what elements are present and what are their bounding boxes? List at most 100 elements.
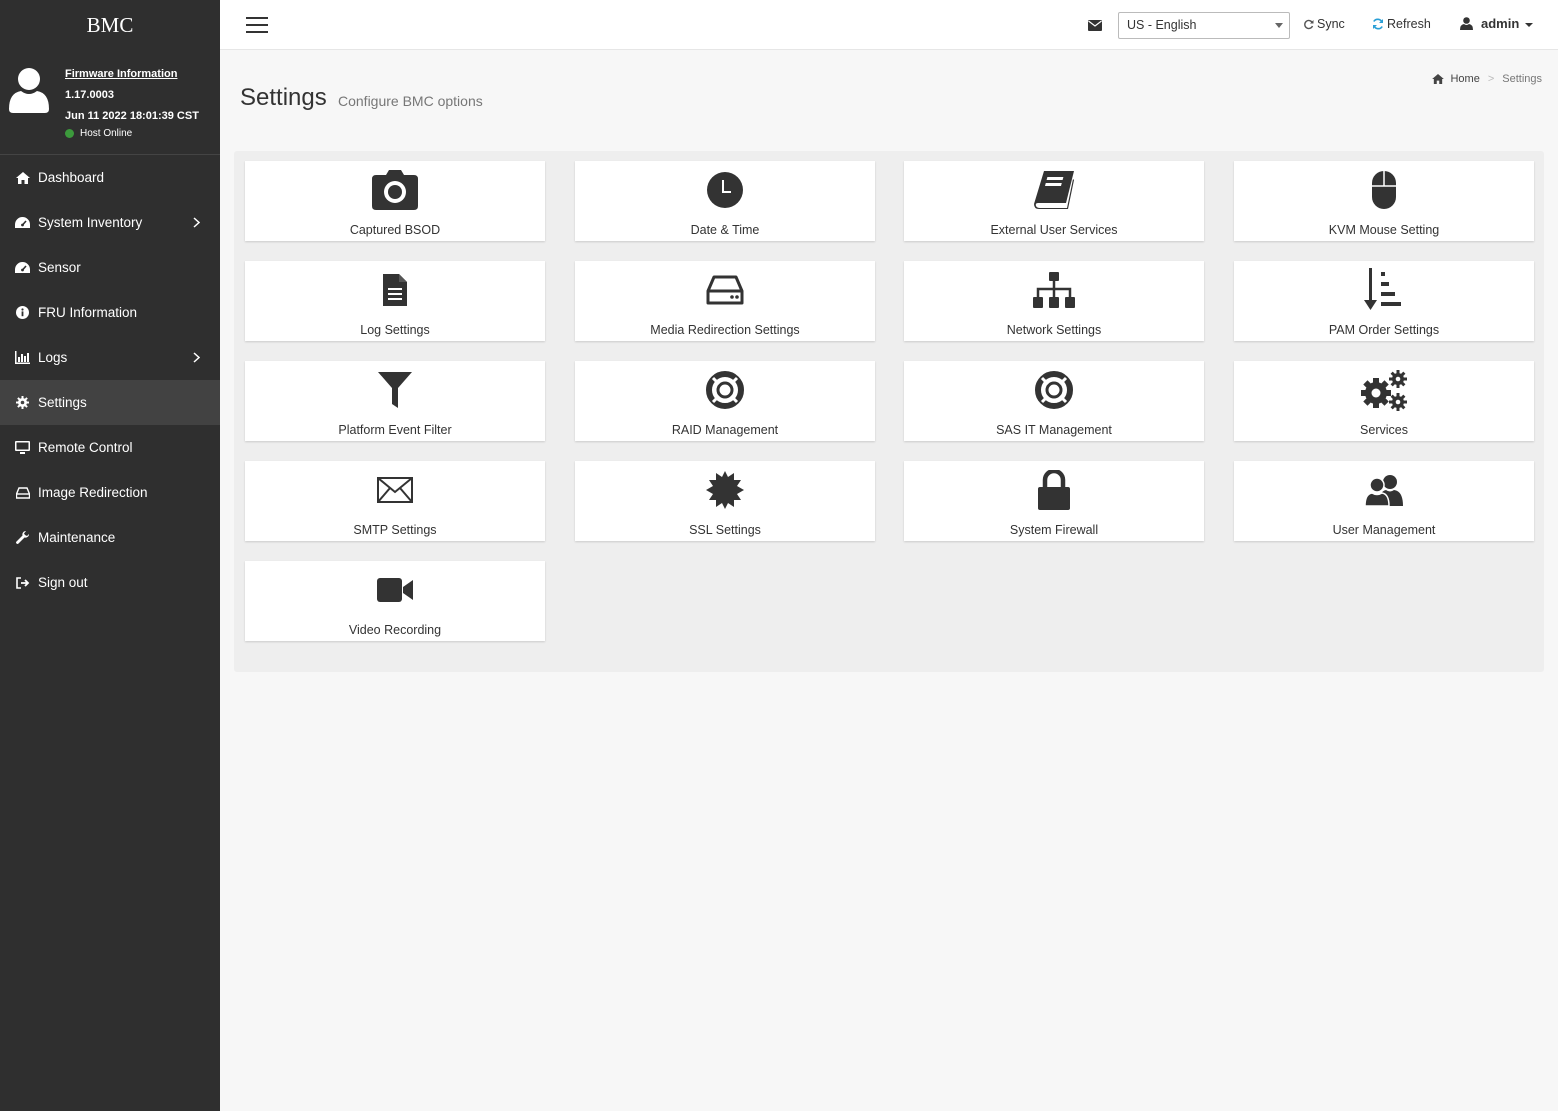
- tile-pam-order-settings[interactable]: PAM Order Settings: [1234, 261, 1534, 341]
- refresh-label: Refresh: [1387, 17, 1431, 31]
- hdd-icon: [575, 269, 875, 311]
- host-status: Host Online: [65, 128, 132, 139]
- language-select-value: US - English: [1127, 18, 1197, 32]
- firmware-version: 1.17.0003: [65, 89, 114, 101]
- firmware-information-link[interactable]: Firmware Information: [65, 64, 199, 85]
- tile-label: User Management: [1332, 523, 1436, 537]
- chevron-down-icon: [1275, 23, 1283, 28]
- sidebar-item-label: Settings: [38, 395, 87, 410]
- home-icon: [1432, 74, 1445, 84]
- tile-ssl-settings[interactable]: SSL Settings: [575, 461, 875, 541]
- sidebar-item-system-inventory[interactable]: System Inventory: [0, 200, 220, 245]
- home-icon: [15, 170, 30, 185]
- file-text-icon: [245, 269, 545, 311]
- sidebar-item-maintenance[interactable]: Maintenance: [0, 515, 220, 560]
- wrench-icon: [15, 530, 30, 545]
- sidebar-item-label: Dashboard: [38, 170, 105, 185]
- tile-label: PAM Order Settings: [1328, 323, 1440, 337]
- firmware-info: Firmware Information 1.17.0003 Jun 11 20…: [65, 64, 199, 127]
- tile-label: KVM Mouse Setting: [1328, 223, 1440, 237]
- certificate-icon: [575, 469, 875, 511]
- hdd-icon: [15, 485, 30, 500]
- tile-label: External User Services: [990, 223, 1118, 237]
- settings-grid: Captured BSOD Date & Time External User …: [234, 151, 1544, 672]
- mouse-icon: [1234, 169, 1534, 211]
- sidebar-item-label: Logs: [38, 350, 68, 365]
- tile-external-user-services[interactable]: External User Services: [904, 161, 1204, 241]
- sync-label: Sync: [1317, 17, 1345, 31]
- monitor-icon: [15, 440, 30, 455]
- sidebar-item-remote-control[interactable]: Remote Control: [0, 425, 220, 470]
- tile-label: Captured BSOD: [349, 223, 441, 237]
- status-dot-icon: [65, 129, 74, 138]
- users-icon: [1234, 469, 1534, 511]
- top-navbar: US - English Sync Refresh admin: [220, 0, 1558, 50]
- breadcrumb: Home > Settings: [1432, 73, 1542, 85]
- book-icon: [904, 169, 1204, 211]
- breadcrumb-current: Settings: [1502, 73, 1542, 85]
- tile-video-recording[interactable]: Video Recording: [245, 561, 545, 641]
- lock-icon: [904, 469, 1204, 511]
- refresh-button[interactable]: Refresh: [1372, 17, 1431, 31]
- sync-button[interactable]: Sync: [1304, 17, 1345, 31]
- sidebar-item-image-redirection[interactable]: Image Redirection: [0, 470, 220, 515]
- tile-log-settings[interactable]: Log Settings: [245, 261, 545, 341]
- sidebar-item-settings[interactable]: Settings: [0, 380, 220, 425]
- sidebar-item-label: System Inventory: [38, 215, 143, 230]
- brand-logo: BMC: [86, 13, 134, 37]
- tile-network-settings[interactable]: Network Settings: [904, 261, 1204, 341]
- tile-services[interactable]: Services: [1234, 361, 1534, 441]
- sidebar-item-label: Sensor: [38, 260, 81, 275]
- envelope-icon: [245, 469, 545, 511]
- tile-raid-management[interactable]: RAID Management: [575, 361, 875, 441]
- tile-label: SMTP Settings: [353, 523, 437, 537]
- envelope-icon[interactable]: [1088, 18, 1102, 36]
- language-select[interactable]: US - English: [1118, 12, 1290, 39]
- tile-label: System Firewall: [1009, 523, 1099, 537]
- sitemap-icon: [904, 269, 1204, 311]
- tile-system-firewall[interactable]: System Firewall: [904, 461, 1204, 541]
- chevron-right-icon: [193, 351, 201, 366]
- host-status-label: Host Online: [80, 128, 133, 139]
- tile-kvm-mouse-setting[interactable]: KVM Mouse Setting: [1234, 161, 1534, 241]
- tile-label: Network Settings: [1006, 323, 1102, 337]
- gauge-icon: [15, 260, 30, 275]
- breadcrumb-home[interactable]: Home: [1432, 73, 1480, 85]
- sidebar-item-sensor[interactable]: Sensor: [0, 245, 220, 290]
- tile-date-time[interactable]: Date & Time: [575, 161, 875, 241]
- clock-icon: [575, 169, 875, 211]
- life-ring-icon: [904, 369, 1204, 411]
- tile-user-management[interactable]: User Management: [1234, 461, 1534, 541]
- sidebar-item-sign-out[interactable]: Sign out: [0, 560, 220, 605]
- tile-label: Platform Event Filter: [338, 423, 452, 437]
- sidebar-item-dashboard[interactable]: Dashboard: [0, 155, 220, 200]
- chevron-right-icon: [193, 216, 201, 231]
- sidebar-item-label: Sign out: [38, 575, 88, 590]
- user-menu[interactable]: admin: [1460, 16, 1534, 31]
- user-panel: Firmware Information 1.17.0003 Jun 11 20…: [0, 50, 220, 155]
- tile-platform-event-filter[interactable]: Platform Event Filter: [245, 361, 545, 441]
- sidebar-item-label: Remote Control: [38, 440, 133, 455]
- tile-smtp-settings[interactable]: SMTP Settings: [245, 461, 545, 541]
- cogs-icon: [1234, 369, 1534, 411]
- tile-media-redirection-settings[interactable]: Media Redirection Settings: [575, 261, 875, 341]
- tile-label: Media Redirection Settings: [650, 323, 800, 337]
- sidebar-nav: Dashboard System Inventory Sensor FRU In…: [0, 155, 220, 605]
- refresh-icon: [1373, 18, 1383, 30]
- video-camera-icon: [245, 569, 545, 611]
- sidebar-item-logs[interactable]: Logs: [0, 335, 220, 380]
- tile-captured-bsod[interactable]: Captured BSOD: [245, 161, 545, 241]
- user-icon: [1460, 17, 1473, 30]
- user-avatar-icon: [9, 68, 49, 113]
- sidebar: BMC Firmware Information 1.17.0003 Jun 1…: [0, 0, 220, 1111]
- gear-icon: [15, 395, 30, 410]
- sort-amount-icon: [1234, 268, 1534, 311]
- sidebar-item-fru-information[interactable]: FRU Information: [0, 290, 220, 335]
- menu-toggle-icon[interactable]: [246, 17, 268, 33]
- page-subtitle: Configure BMC options: [338, 93, 483, 109]
- page-title: Settings: [240, 84, 327, 111]
- tile-sas-it-management[interactable]: SAS IT Management: [904, 361, 1204, 441]
- life-ring-icon: [575, 369, 875, 411]
- tile-label: Log Settings: [360, 323, 430, 337]
- sign-out-icon: [15, 575, 30, 590]
